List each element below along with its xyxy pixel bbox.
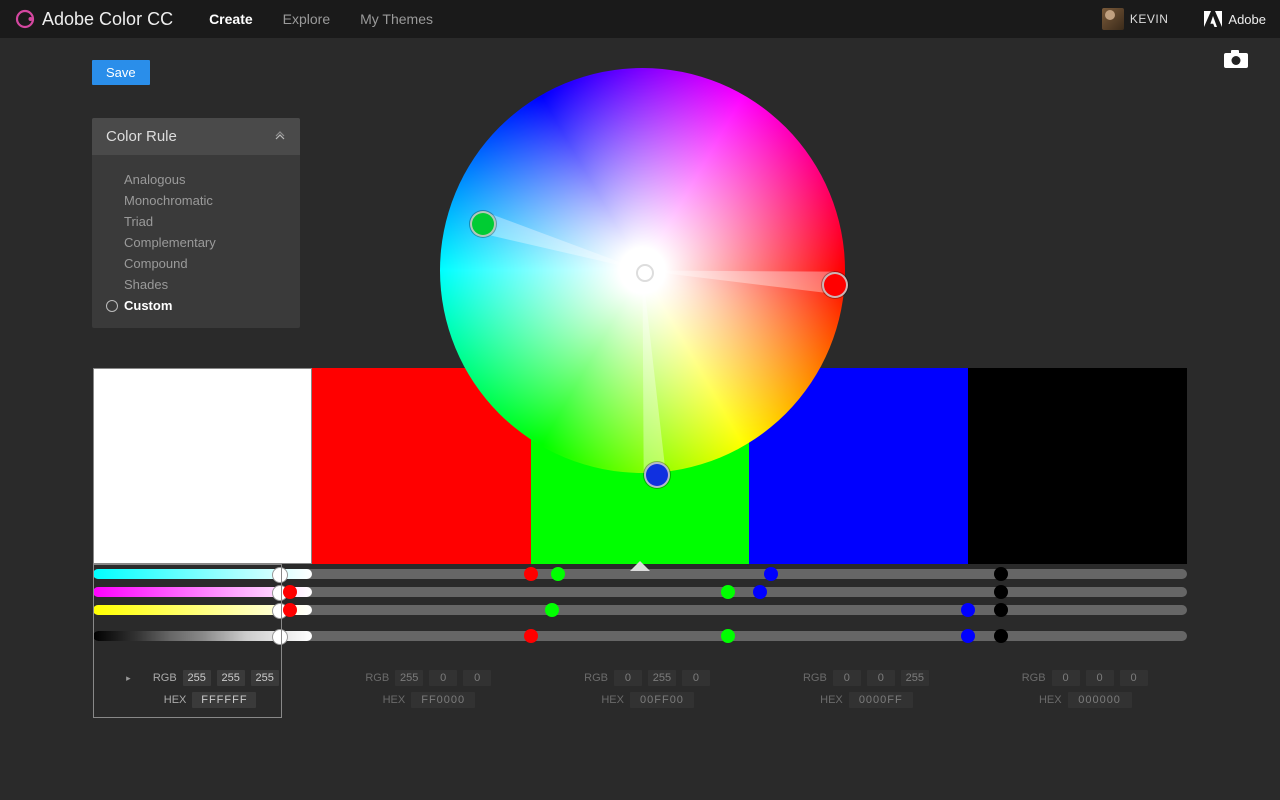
slider-handle[interactable]: [283, 603, 297, 617]
rgb-label: RGB: [139, 672, 177, 684]
color-rule-title: Color Rule: [106, 128, 177, 145]
hex-label: HEX: [1024, 694, 1062, 706]
tab-create[interactable]: Create: [209, 11, 253, 27]
rgb-value[interactable]: 255: [217, 670, 245, 686]
tab-explore[interactable]: Explore: [283, 11, 330, 27]
rgb-value[interactable]: 0: [867, 670, 895, 686]
rule-item-label: Analogous: [124, 172, 185, 187]
rule-item-label: Triad: [124, 214, 153, 229]
camera-icon: [1224, 50, 1248, 68]
rgb-value[interactable]: 255: [251, 670, 279, 686]
rgb-label: RGB: [1008, 672, 1046, 684]
rule-item-monochromatic[interactable]: Monochromatic: [108, 190, 300, 211]
slider-handle[interactable]: [994, 629, 1008, 643]
channel-sliders: [93, 565, 1187, 645]
wheel-center-handle[interactable]: [636, 264, 654, 282]
value-column: RGB 00 255 HEX 0000FF: [749, 670, 968, 708]
swatch[interactable]: [968, 368, 1187, 564]
rgb-label: RGB: [351, 672, 389, 684]
wheel-handle[interactable]: [822, 272, 848, 298]
rule-item-shades[interactable]: Shades: [108, 274, 300, 295]
hex-label: HEX: [805, 694, 843, 706]
rule-item-compound[interactable]: Compound: [108, 253, 300, 274]
rgb-value[interactable]: 0: [1120, 670, 1148, 686]
slider-handle[interactable]: [524, 629, 538, 643]
rule-item-custom[interactable]: Custom: [108, 295, 300, 316]
save-button[interactable]: Save: [92, 60, 150, 85]
slider-handle[interactable]: [551, 567, 565, 581]
rgb-value[interactable]: 0: [614, 670, 642, 686]
slider-handle[interactable]: [272, 629, 288, 645]
rgb-value[interactable]: 0: [429, 670, 457, 686]
color-wheel-logo-icon: [14, 8, 36, 30]
rgb-value[interactable]: 0: [682, 670, 710, 686]
hex-label: HEX: [586, 694, 624, 706]
color-rule-panel: Color Rule Analogous Monochromatic Triad Co…: [92, 118, 300, 328]
wheel-handle[interactable]: [644, 462, 670, 488]
value-column: RGB 0 255 0 HEX 00FF00: [531, 670, 750, 708]
hex-value[interactable]: FF0000: [411, 692, 475, 708]
slider-handle[interactable]: [524, 567, 538, 581]
user-menu[interactable]: KEVIN: [1102, 8, 1169, 30]
value-column: ▸ RGB 255 255 255 HEX FFFFFF: [93, 670, 312, 708]
rgb-value[interactable]: 255: [183, 670, 211, 686]
chevron-up-icon: [274, 131, 286, 143]
slider-handle[interactable]: [272, 567, 288, 583]
slider-row: [93, 601, 1187, 619]
caret-right-icon[interactable]: ▸: [126, 673, 131, 684]
adobe-brand-label: Adobe: [1228, 12, 1266, 27]
rgb-value[interactable]: 255: [901, 670, 929, 686]
value-column: RGB000HEX000000: [968, 670, 1187, 708]
app-logo: Adobe Color CC: [14, 8, 173, 30]
slider-handle[interactable]: [283, 585, 297, 599]
rgb-value[interactable]: 0: [833, 670, 861, 686]
username-label: KEVIN: [1130, 12, 1169, 26]
app-header: Adobe Color CC Create Explore My Themes KE…: [0, 0, 1280, 38]
rgb-value[interactable]: 0: [1052, 670, 1080, 686]
rgb-label: RGB: [789, 672, 827, 684]
swatch[interactable]: [93, 368, 312, 564]
rule-item-label: Custom: [124, 298, 172, 313]
color-wheel[interactable]: [440, 68, 845, 473]
rule-item-label: Monochromatic: [124, 193, 213, 208]
hex-label: HEX: [367, 694, 405, 706]
value-row: ▸RGB255255255HEXFFFFFFRGB25500HEXFF0000R…: [93, 670, 1187, 708]
slider-row: [93, 627, 1187, 645]
slider-handle[interactable]: [721, 629, 735, 643]
hex-value[interactable]: 000000: [1068, 692, 1132, 708]
rule-item-label: Complementary: [124, 235, 216, 250]
nav-tabs: Create Explore My Themes: [209, 11, 433, 27]
rule-item-triad[interactable]: Triad: [108, 211, 300, 232]
value-column: RGB 255 00 HEX FF0000: [312, 670, 531, 708]
rule-item-analogous[interactable]: Analogous: [108, 169, 300, 190]
slider-handle[interactable]: [721, 585, 735, 599]
camera-button[interactable]: [1224, 50, 1248, 68]
tab-my-themes[interactable]: My Themes: [360, 11, 433, 27]
slider-row: [93, 583, 1187, 601]
slider-handle[interactable]: [994, 567, 1008, 581]
adobe-brand[interactable]: Adobe: [1204, 11, 1266, 27]
slider-handle[interactable]: [994, 585, 1008, 599]
rgb-value[interactable]: 0: [463, 670, 491, 686]
slider-row: [93, 565, 1187, 583]
rgb-value[interactable]: 255: [395, 670, 423, 686]
hex-value[interactable]: 0000FF: [849, 692, 913, 708]
slider-handle[interactable]: [994, 603, 1008, 617]
rgb-label: RGB: [570, 672, 608, 684]
color-rule-list: Analogous Monochromatic Triad Complementary…: [92, 155, 300, 328]
rule-item-label: Shades: [124, 277, 168, 292]
hex-value[interactable]: 00FF00: [630, 692, 694, 708]
app-title: Adobe Color CC: [42, 9, 173, 30]
color-rule-header[interactable]: Color Rule: [92, 118, 300, 155]
wheel-handle[interactable]: [470, 211, 496, 237]
hex-value[interactable]: FFFFFF: [192, 692, 256, 708]
rule-item-complementary[interactable]: Complementary: [108, 232, 300, 253]
radio-icon: [106, 300, 118, 312]
rgb-value[interactable]: 0: [1086, 670, 1114, 686]
hex-label: HEX: [148, 694, 186, 706]
avatar: [1102, 8, 1124, 30]
rule-item-label: Compound: [124, 256, 188, 271]
rgb-value[interactable]: 255: [648, 670, 676, 686]
adobe-logo-icon: [1204, 11, 1222, 27]
